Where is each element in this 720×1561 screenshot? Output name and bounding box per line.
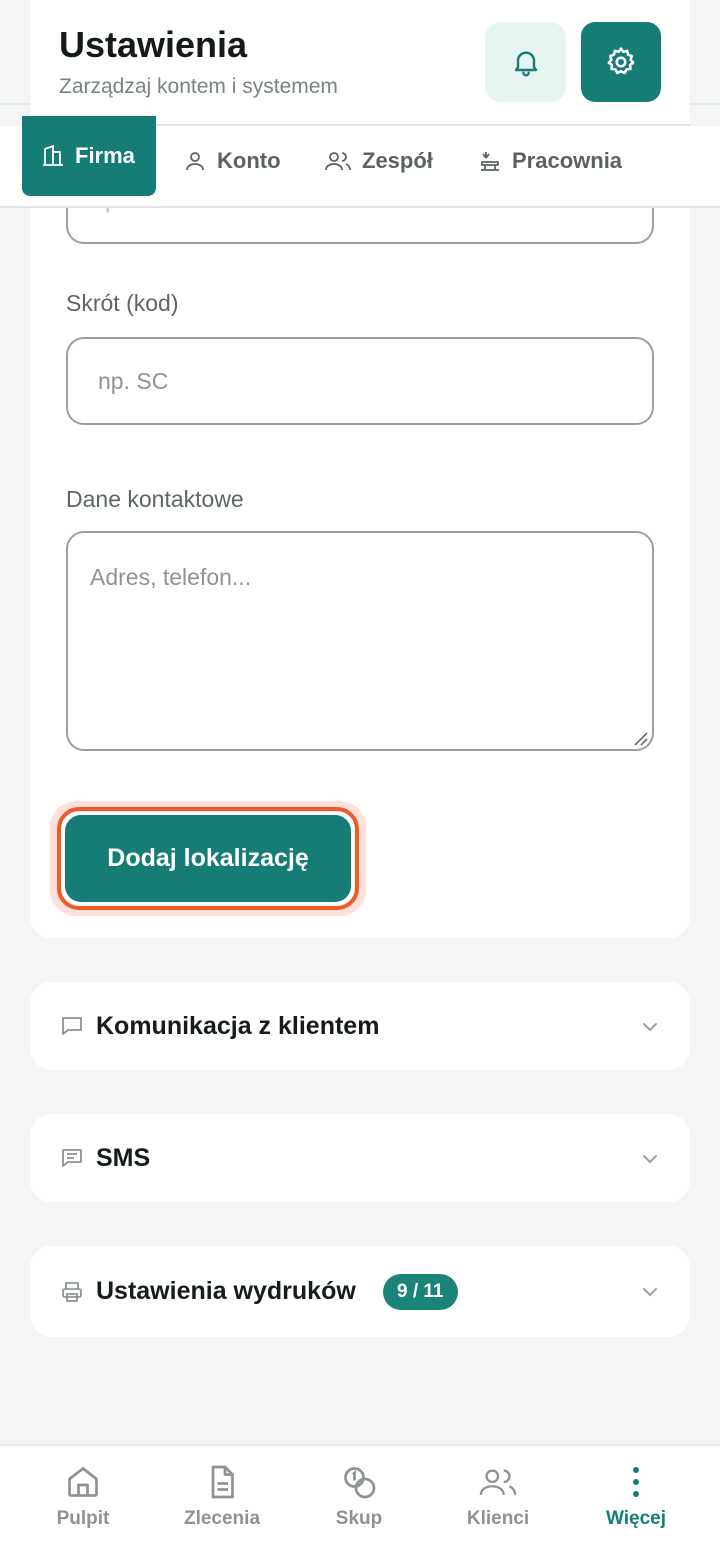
page-subtitle: Zarządzaj kontem i systemem [59,75,338,98]
nav-klienci-label: Klienci [466,1508,530,1529]
add-location-button[interactable]: Dodaj lokalizację [57,807,359,910]
add-location-label: Dodaj lokalizację [65,815,351,902]
settings-button[interactable] [581,22,661,102]
contact-textarea[interactable]: Adres, telefon... [66,531,654,751]
tab-pracownia-label: Pracownia [512,148,623,173]
tab-firma[interactable]: Firma [22,116,156,196]
resize-grip-icon[interactable] [632,730,648,746]
contact-label: Dane kontaktowe [66,486,244,512]
page-header: Ustawienia Zarządzaj kontem i systemem [30,0,690,126]
section-sms-title: SMS [96,1143,151,1172]
bottom-navigation: Pulpit Zlecenia Skup Klienci Więcej [0,1444,720,1561]
bell-icon [514,51,537,77]
section-sms[interactable]: SMS [30,1114,690,1202]
page-title: Ustawienia [59,24,248,65]
message-square-icon [62,1017,82,1035]
tab-firma-label: Firma [75,143,135,168]
code-label: Skrót (kod) [66,290,179,316]
tab-konto[interactable]: Konto [183,126,281,196]
contact-placeholder: Adres, telefon... [90,564,252,590]
tab-zespol[interactable]: Zespół [324,126,433,196]
section-communication[interactable]: Komunikacja z klientem [30,982,690,1070]
building-icon [43,145,63,166]
chevron-down-icon [643,1155,657,1164]
printer-icon [62,1282,82,1302]
print-count-badge: 9 / 11 [383,1274,458,1310]
chevron-down-icon [643,1023,657,1032]
tab-pracownia[interactable]: Pracownia [478,126,622,196]
nav-pulpit[interactable]: Pulpit [23,1464,143,1530]
workbench-icon [481,152,499,171]
nav-wiecej-label: Więcej [605,1508,667,1529]
nav-skup[interactable]: Skup [299,1464,419,1530]
nav-skup-label: Skup [335,1508,383,1529]
nav-wiecej[interactable]: Więcej [576,1464,696,1530]
settings-tabs: Firma Konto Zespół Pracownia [0,116,720,208]
code-input[interactable]: np. SC [66,337,654,425]
section-communication-title: Komunikacja z klientem [96,1011,380,1040]
users-icon [479,1469,517,1495]
users-icon [325,152,351,171]
code-placeholder: np. SC [98,368,169,394]
section-print-title: Ustawienia wydruków [96,1277,356,1305]
more-vertical-icon [633,1467,639,1497]
nav-pulpit-label: Pulpit [56,1508,110,1529]
chevron-down-icon [643,1288,657,1297]
notifications-button[interactable] [485,22,566,102]
tab-zespol-label: Zespół [362,148,433,173]
message-text-icon [62,1149,82,1167]
nav-zlecenia[interactable]: Zlecenia [162,1464,282,1530]
document-icon [211,1465,234,1499]
coins-icon [344,1467,376,1499]
tab-konto-label: Konto [217,148,281,173]
home-icon [68,1467,98,1497]
section-print-settings[interactable]: Ustawienia wydruków 9 / 11 [30,1246,690,1337]
nav-klienci[interactable]: Klienci [438,1464,558,1530]
nav-zlecenia-label: Zlecenia [183,1508,261,1529]
gear-icon [607,47,635,75]
user-icon [186,152,204,171]
